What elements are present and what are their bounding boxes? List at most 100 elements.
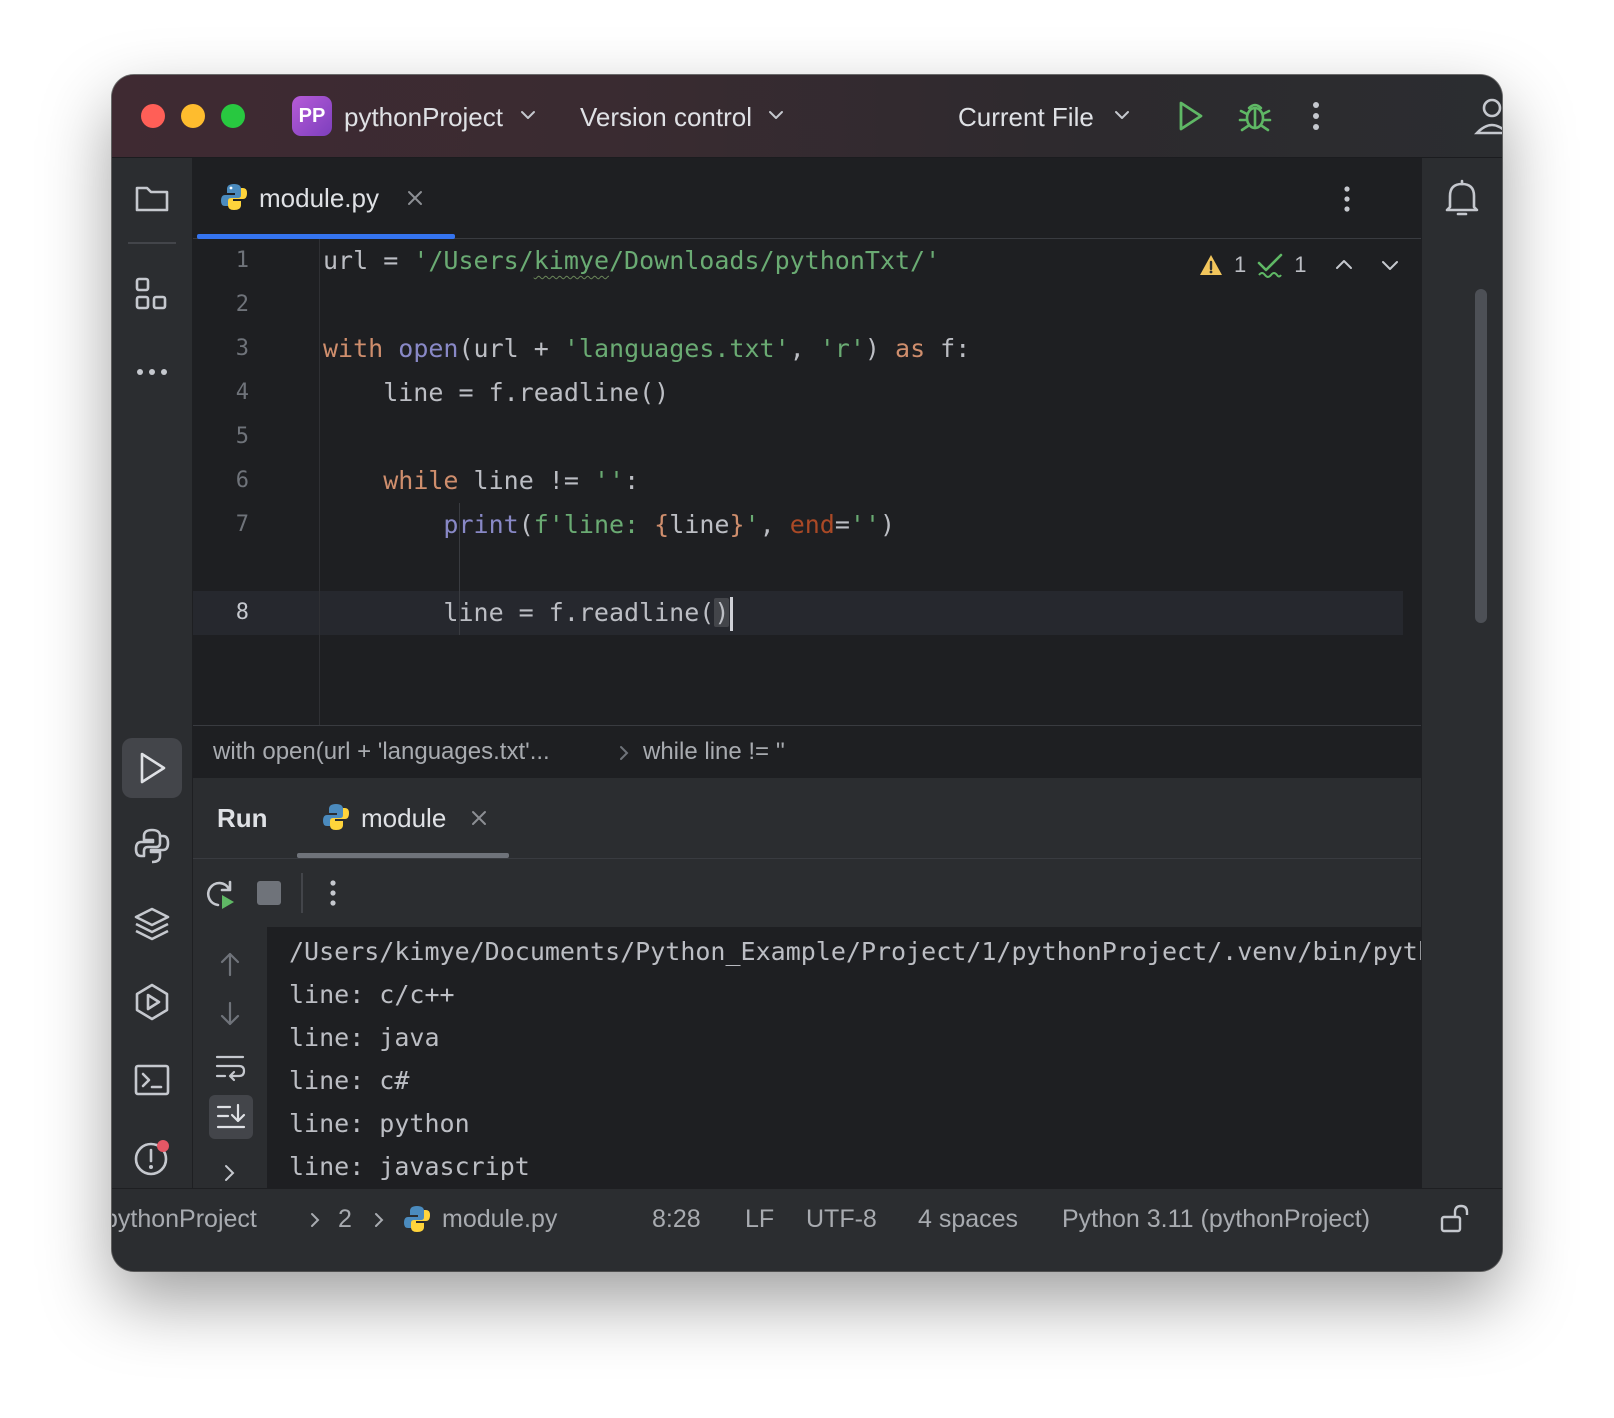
line-number: 8	[235, 600, 249, 625]
rerun-icon[interactable]	[203, 877, 237, 911]
python-packages-icon[interactable]	[132, 904, 172, 944]
arrow-down-icon[interactable]	[215, 999, 245, 1029]
code-line-3: with open(url + 'languages.txt', 'r') as…	[323, 334, 971, 363]
code-line-4: line = f.readline()	[323, 378, 670, 407]
run-tab-label: module	[361, 803, 447, 833]
console-line: line: c/c++	[289, 980, 455, 1009]
inspection-widget[interactable]: 1 1	[1198, 247, 1401, 283]
breadcrumb-item[interactable]: with open(url + 'languages.txt'...	[213, 726, 550, 778]
chevron-down-icon[interactable]	[518, 105, 538, 125]
right-tool-strip	[1421, 158, 1502, 1188]
soft-wrap-icon[interactable]	[213, 1049, 247, 1083]
minimize-window-button[interactable]	[181, 104, 205, 128]
chevron-right-icon	[620, 746, 629, 760]
line-number: 6	[235, 468, 249, 493]
more-vertical-icon[interactable]	[1339, 180, 1355, 218]
line-number: 2	[235, 292, 249, 317]
zoom-window-button[interactable]	[221, 104, 245, 128]
run-tab-module[interactable]: module	[297, 778, 509, 858]
terminal-icon[interactable]	[132, 1060, 172, 1100]
status-file[interactable]: module.py	[442, 1189, 557, 1249]
chevron-down-icon[interactable]	[766, 105, 786, 125]
debug-icon[interactable]	[1236, 97, 1274, 135]
status-folder[interactable]: 2	[338, 1189, 352, 1249]
indent-setting[interactable]: 4 spaces	[918, 1189, 1018, 1249]
python-file-icon	[221, 184, 247, 210]
text-caret	[730, 597, 734, 631]
chevron-up-icon[interactable]	[1333, 254, 1355, 276]
version-control-menu[interactable]: Version control	[580, 97, 752, 137]
notifications-bell-icon[interactable]	[1442, 178, 1482, 218]
run-tool-icon[interactable]	[132, 748, 172, 788]
editor-scrollbar[interactable]	[1475, 289, 1487, 623]
code-line-8: line = f.readline()	[323, 591, 734, 635]
toolbar-divider	[301, 873, 303, 913]
structure-icon[interactable]	[132, 275, 172, 315]
chevron-down-icon[interactable]	[1112, 105, 1132, 125]
tool-strip-divider	[128, 242, 176, 244]
run-panel-header: Run module	[193, 778, 1421, 859]
typo-check-icon	[1257, 253, 1283, 278]
caret-position[interactable]: 8:28	[652, 1189, 701, 1249]
console-line: line: python	[289, 1109, 470, 1138]
close-tab-icon[interactable]	[469, 808, 489, 828]
status-project[interactable]: pythonProject	[112, 1189, 257, 1249]
arrow-up-icon[interactable]	[215, 949, 245, 979]
active-run-tab-indicator	[297, 853, 509, 858]
console-line: /Users/kimye/Documents/Python_Example/Pr…	[289, 937, 1421, 966]
project-badge[interactable]: PP	[292, 96, 332, 136]
breadcrumb-item[interactable]: while line != ''	[643, 726, 785, 778]
status-bar: pythonProject 2 module.py 8:28 LF UTF-8 …	[112, 1188, 1502, 1271]
python-console-icon[interactable]	[132, 826, 172, 866]
breadcrumb: with open(url + 'languages.txt'... while…	[193, 725, 1421, 779]
line-number: 4	[235, 380, 249, 405]
console-side-toolbar	[193, 927, 267, 1188]
run-console-output[interactable]: /Users/kimye/Documents/Python_Example/Pr…	[267, 927, 1421, 1188]
unlock-icon[interactable]	[1438, 1203, 1470, 1235]
line-number: 3	[235, 336, 249, 361]
warnings-count: 1	[1234, 252, 1247, 277]
run-configuration-selector[interactable]: Current File	[958, 97, 1094, 137]
python-interpreter[interactable]: Python 3.11 (pythonProject)	[1062, 1189, 1370, 1249]
code-line-6: while line != '':	[383, 466, 640, 495]
project-switcher[interactable]: pythonProject	[344, 97, 503, 137]
python-file-icon	[323, 804, 349, 830]
code-line-1: url = '/Users/kimye/Downloads/pythonTxt/…	[323, 246, 941, 275]
console-line: line: java	[289, 1023, 440, 1052]
account-icon[interactable]	[1472, 95, 1502, 137]
line-number: 1	[235, 248, 249, 273]
chevron-right-icon	[375, 1213, 384, 1227]
line-number-gutter[interactable]: 1 2 3 4 5 6 7 8	[193, 239, 320, 725]
python-file-icon	[404, 1206, 430, 1232]
typos-count: 1	[1294, 252, 1307, 277]
editor-tabs: module.py	[193, 158, 1421, 239]
code-line-7: print(f'line: {line}', end='')	[443, 510, 896, 539]
project-folder-icon[interactable]	[132, 178, 172, 218]
run-toolbar	[193, 859, 1421, 927]
console-line: line: c#	[289, 1066, 410, 1095]
stop-icon[interactable]	[257, 881, 281, 905]
warning-icon	[1200, 255, 1222, 275]
close-window-button[interactable]	[141, 104, 165, 128]
line-number: 5	[235, 424, 249, 449]
line-ending[interactable]: LF	[745, 1189, 774, 1249]
services-icon[interactable]	[132, 982, 172, 1022]
tab-label: module.py	[259, 183, 379, 213]
more-vertical-icon[interactable]	[1308, 97, 1324, 135]
code-editor[interactable]: 1 2 3 4 5 6 7 8 url = '/Users/kimye/Down…	[193, 239, 1487, 725]
chevron-right-icon[interactable]	[221, 1163, 239, 1183]
left-tool-strip	[112, 158, 193, 1238]
chevron-right-icon	[311, 1213, 320, 1227]
line-number: 7	[235, 512, 249, 537]
problems-icon[interactable]	[132, 1138, 172, 1178]
more-tools-icon[interactable]	[132, 352, 172, 392]
close-tab-icon[interactable]	[405, 188, 425, 208]
run-icon[interactable]	[1172, 98, 1208, 134]
run-panel-title: Run	[217, 803, 268, 833]
chevron-down-icon[interactable]	[1379, 254, 1401, 276]
more-vertical-icon[interactable]	[325, 875, 341, 911]
tab-module-py[interactable]: module.py	[195, 158, 455, 239]
scroll-to-end-icon[interactable]	[214, 1100, 248, 1134]
file-encoding[interactable]: UTF-8	[806, 1189, 877, 1249]
title-bar: PP pythonProject Version control Current…	[112, 75, 1502, 158]
